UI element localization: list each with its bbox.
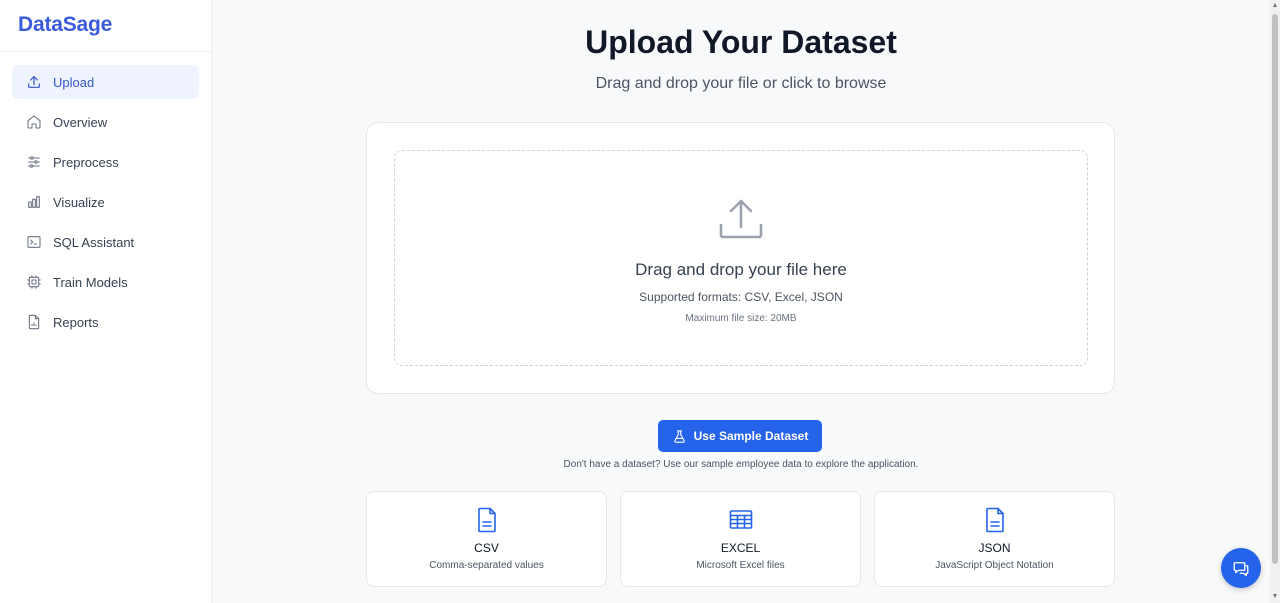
file-chart-icon — [26, 314, 42, 330]
scroll-down-arrow-icon[interactable]: ▼ — [1271, 593, 1279, 601]
upload-icon — [717, 195, 765, 243]
use-sample-dataset-button[interactable]: Use Sample Dataset — [658, 420, 822, 452]
sidebar-item-label: SQL Assistant — [53, 234, 135, 250]
format-name: JSON — [978, 541, 1011, 555]
sidebar-item-reports[interactable]: Reports — [12, 305, 199, 339]
format-name: CSV — [474, 541, 499, 555]
brand-logo[interactable]: DataSage — [0, 0, 211, 52]
sliders-icon — [26, 154, 42, 170]
home-icon — [26, 114, 42, 130]
sidebar-item-visualize[interactable]: Visualize — [12, 185, 199, 219]
file-text-icon — [475, 507, 499, 533]
dropzone-formats: Supported formats: CSV, Excel, JSON — [639, 290, 843, 304]
main-content: Upload Your Dataset Drag and drop your f… — [212, 0, 1270, 603]
format-description: Microsoft Excel files — [696, 560, 785, 571]
file-text-icon — [983, 507, 1007, 533]
sample-button-label: Use Sample Dataset — [693, 429, 809, 443]
upload-icon — [26, 74, 42, 90]
page-subtitle: Drag and drop your file or click to brow… — [595, 75, 887, 92]
bar-chart-icon — [26, 194, 42, 210]
format-card-json: JSON JavaScript Object Notation — [874, 491, 1115, 587]
sidebar-item-train-models[interactable]: Train Models — [12, 265, 199, 299]
sidebar-item-sql-assistant[interactable]: SQL Assistant — [12, 225, 199, 259]
file-dropzone[interactable]: Drag and drop your file here Supported f… — [394, 150, 1088, 366]
sidebar-item-label: Visualize — [53, 194, 105, 210]
sidebar-item-label: Train Models — [53, 274, 128, 290]
cpu-icon — [26, 274, 42, 290]
upload-card: Drag and drop your file here Supported f… — [366, 122, 1115, 394]
dropzone-heading: Drag and drop your file here — [635, 260, 847, 279]
sidebar-item-upload[interactable]: Upload — [12, 65, 199, 99]
flask-icon — [673, 429, 685, 443]
sidebar-item-label: Overview — [53, 114, 108, 130]
chat-button[interactable] — [1221, 548, 1261, 588]
sidebar-item-preprocess[interactable]: Preprocess — [12, 145, 199, 179]
format-card-excel: EXCEL Microsoft Excel files — [620, 491, 861, 587]
sidebar-item-overview[interactable]: Overview — [12, 105, 199, 139]
sidebar-item-label: Upload — [53, 74, 95, 90]
sample-hint: Don't have a dataset? Use our sample emp… — [563, 459, 919, 470]
chat-icon — [1233, 562, 1249, 577]
page-title: Upload Your Dataset — [585, 24, 897, 60]
terminal-icon — [26, 234, 42, 250]
table-icon — [729, 507, 753, 533]
sidebar: DataSage Upload Overview Preprocess Visu… — [0, 0, 212, 603]
format-name: EXCEL — [720, 541, 761, 555]
dropzone-max-size: Maximum file size: 20MB — [685, 313, 797, 324]
format-card-csv: CSV Comma-separated values — [366, 491, 607, 587]
sidebar-item-label: Preprocess — [53, 154, 119, 170]
scrollbar-thumb[interactable] — [1272, 14, 1278, 564]
sidebar-nav: Upload Overview Preprocess Visualize SQL… — [0, 52, 211, 358]
format-description: JavaScript Object Notation — [935, 560, 1054, 571]
format-description: Comma-separated values — [429, 560, 544, 571]
sidebar-item-label: Reports — [53, 314, 99, 330]
vertical-scrollbar[interactable]: ▲ ▼ — [1270, 0, 1280, 603]
scroll-up-arrow-icon[interactable]: ▲ — [1271, 2, 1279, 10]
